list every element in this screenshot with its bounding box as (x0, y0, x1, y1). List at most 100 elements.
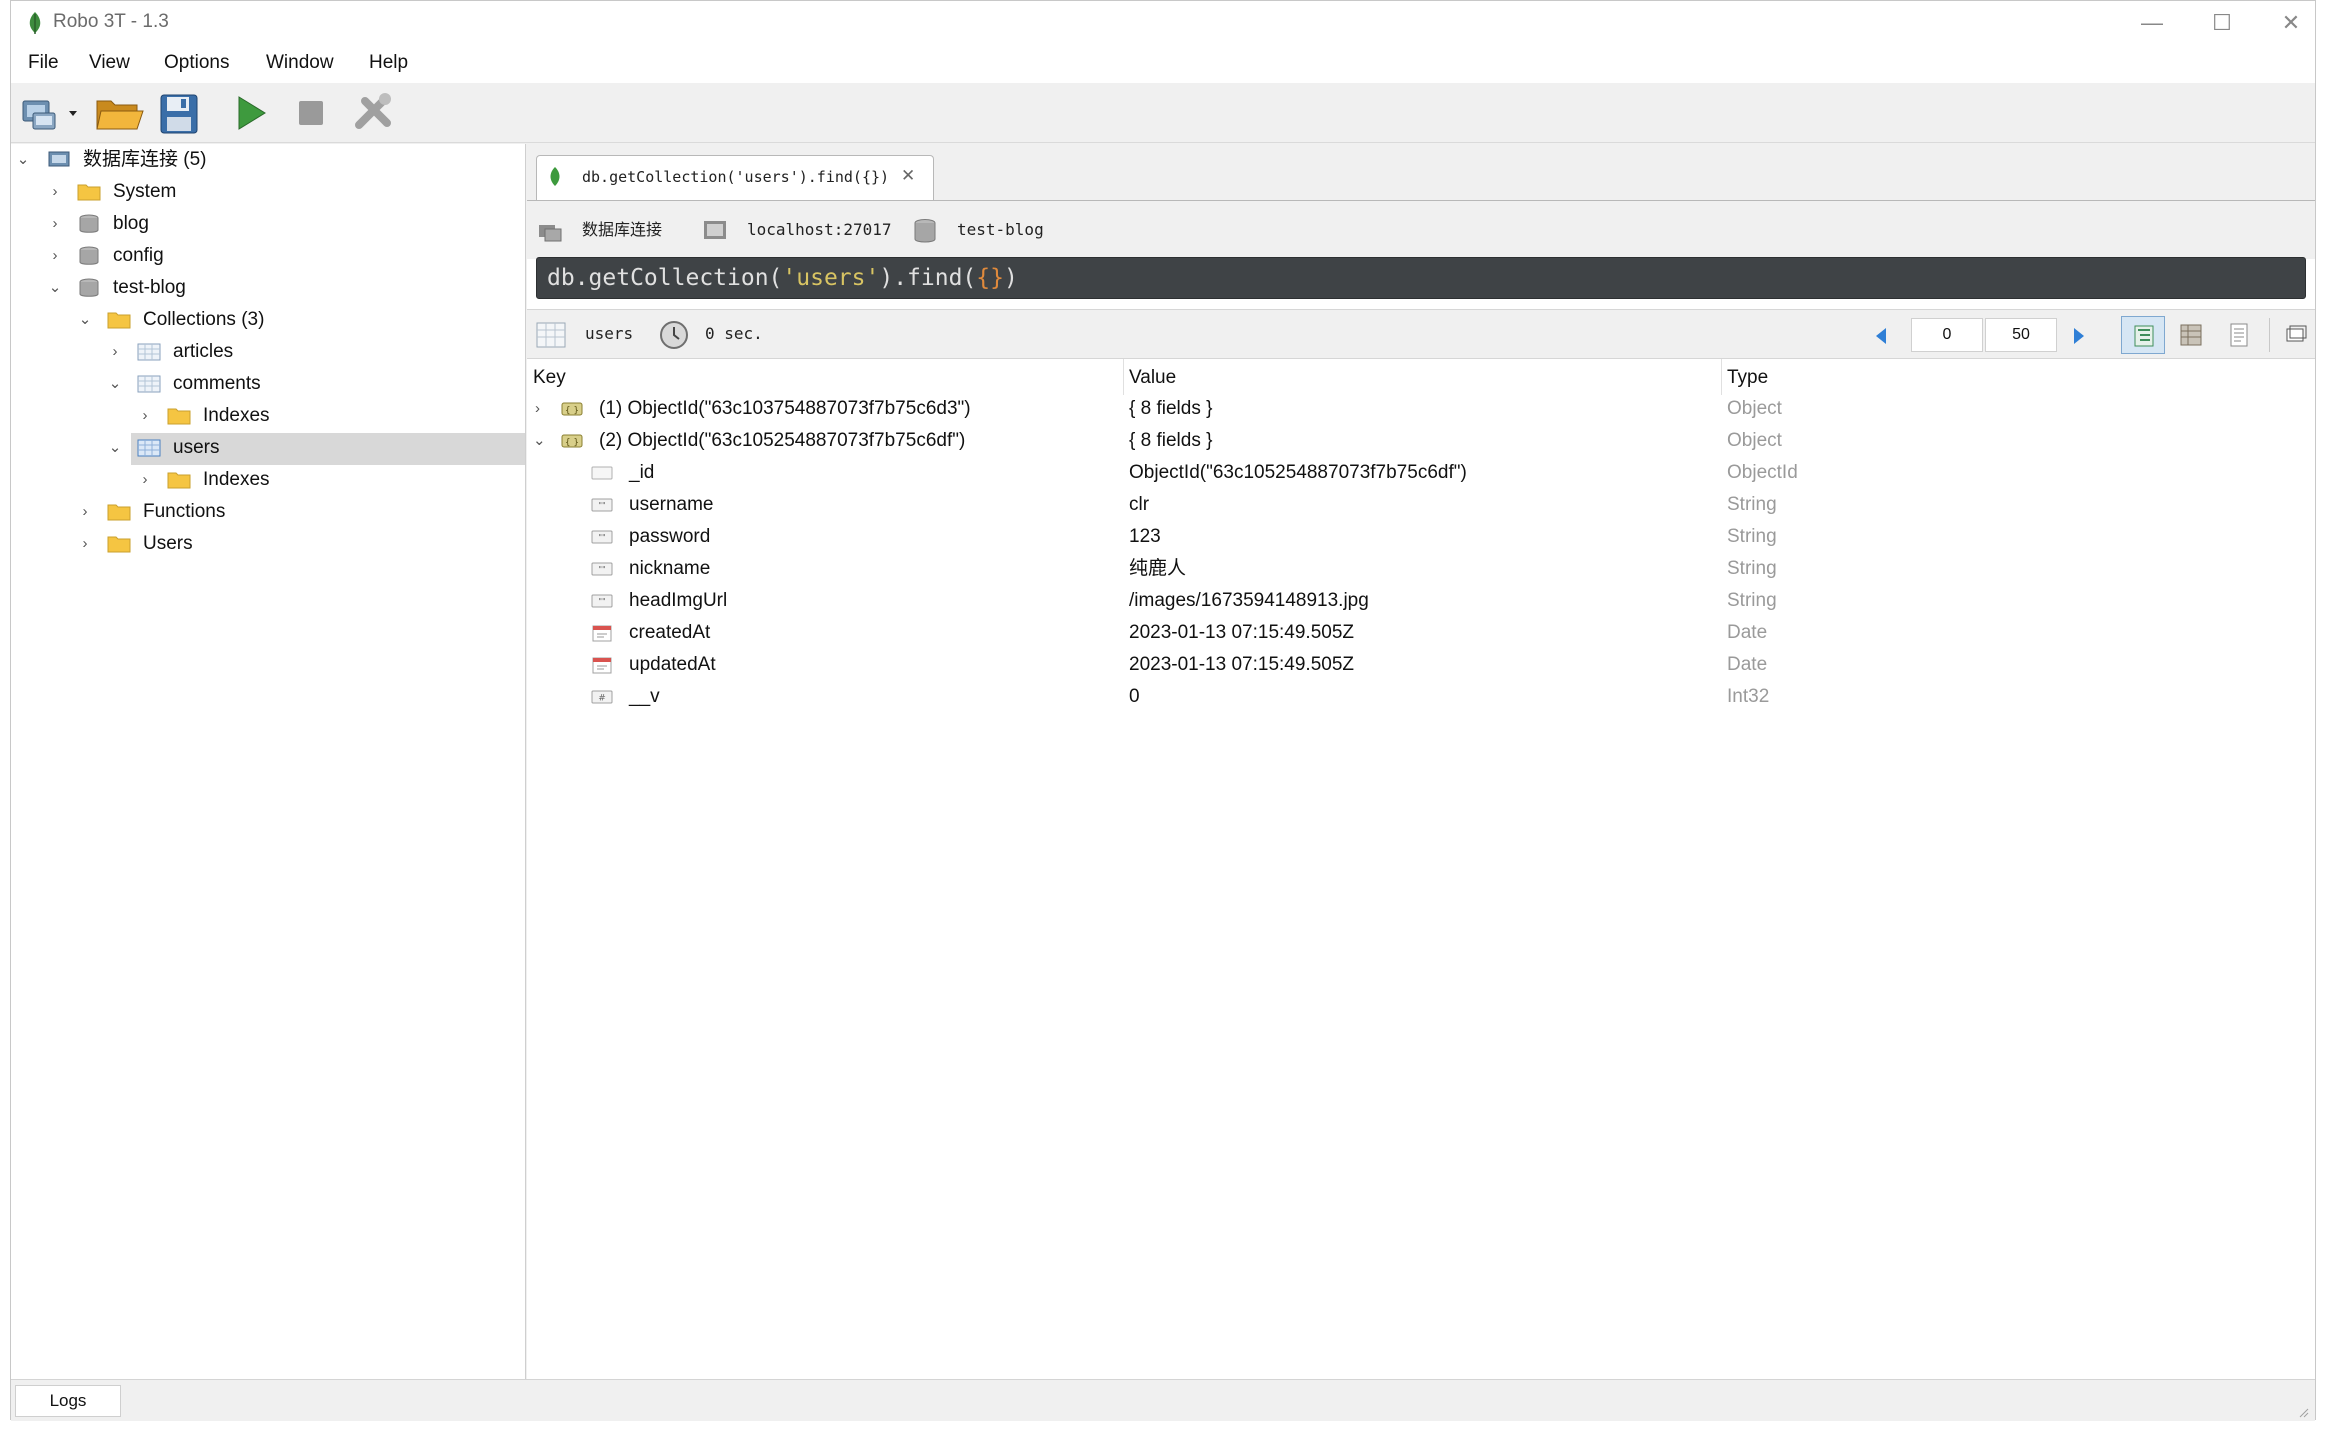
document-row[interactable]: › { } (1) ObjectId("63c103754887073f7b75… (527, 393, 2315, 425)
row-key: (2) ObjectId("63c105254887073f7b75c6df") (599, 430, 966, 451)
orientation-button[interactable] (345, 87, 401, 139)
menu-bar: File View Options Window Help (11, 45, 2315, 83)
minimize-button[interactable]: — (2130, 7, 2174, 39)
int32-icon: # (591, 690, 613, 704)
skip-input[interactable]: 0 (1911, 318, 1983, 352)
field-row[interactable]: _id ObjectId("63c105254887073f7b75c6df")… (527, 457, 2315, 489)
field-row[interactable]: updatedAt 2023-01-13 07:15:49.505Z Date (527, 649, 2315, 681)
server-icon (48, 151, 70, 167)
open-button[interactable] (91, 87, 147, 139)
tree-item-label: Functions (143, 501, 226, 522)
query-tab[interactable]: db.getCollection('users').find({}) ✕ (536, 155, 934, 200)
maximize-results-button[interactable] (2275, 316, 2319, 354)
toolbar (11, 83, 2315, 143)
row-type: String (1727, 494, 1777, 515)
chevron-right-icon[interactable]: › (137, 400, 153, 432)
stop-button[interactable] (283, 87, 339, 139)
menu-help[interactable]: Help (369, 52, 408, 74)
row-key: nickname (629, 558, 711, 579)
logs-tab[interactable]: Logs (15, 1385, 121, 1417)
field-row[interactable]: "" nickname 纯鹿人 String (527, 553, 2315, 585)
collection-table-icon (137, 439, 161, 457)
row-type: String (1727, 590, 1777, 611)
row-value: { 8 fields } (1129, 398, 1213, 419)
row-key: password (629, 526, 711, 547)
svg-text:{ }: { } (565, 406, 579, 416)
chevron-down-icon[interactable]: ⌄ (15, 144, 31, 176)
chevron-right-icon[interactable]: › (47, 240, 63, 272)
svg-text:#: # (598, 694, 606, 704)
row-type: Date (1727, 622, 1768, 643)
menu-window[interactable]: Window (266, 52, 334, 74)
tree-item-label: config (113, 245, 164, 266)
tools-icon (355, 93, 391, 129)
chevron-right-icon[interactable]: › (77, 528, 93, 560)
folder-icon (167, 472, 191, 489)
field-row[interactable]: "" headImgUrl /images/1673594148913.jpg … (527, 585, 2315, 617)
chevron-down-icon[interactable]: ⌄ (533, 425, 546, 457)
monitor-icon (704, 221, 726, 239)
row-type: String (1727, 526, 1777, 547)
previous-page-icon[interactable] (1873, 326, 1889, 346)
query-suffix: ) (1003, 265, 1018, 291)
play-icon (238, 96, 266, 130)
tree-view-button[interactable] (2121, 316, 2165, 354)
objectid-icon (591, 466, 613, 480)
menu-options[interactable]: Options (164, 52, 229, 74)
chevron-right-icon[interactable]: › (47, 208, 63, 240)
chevron-right-icon[interactable]: › (535, 393, 540, 425)
table-view-button[interactable] (2169, 316, 2213, 354)
maximize-button[interactable]: ☐ (2200, 7, 2244, 39)
column-separator[interactable] (1721, 359, 1722, 395)
menu-view[interactable]: View (89, 52, 130, 74)
query-mid: ).find( (879, 265, 977, 291)
field-row[interactable]: # __v 0 Int32 (527, 681, 2315, 713)
string-icon: "" (591, 562, 613, 576)
chevron-right-icon[interactable]: › (77, 496, 93, 528)
next-page-icon[interactable] (2071, 326, 2087, 346)
database-name: test-blog (911, 216, 1091, 244)
menu-file[interactable]: File (28, 52, 59, 74)
text-view-button[interactable] (2217, 316, 2261, 354)
chevron-down-icon[interactable]: ⌄ (107, 368, 123, 400)
document-row[interactable]: ⌄ { } (2) ObjectId("63c105254887073f7b75… (527, 425, 2315, 457)
execute-button[interactable] (221, 87, 277, 139)
query-editor[interactable]: db.getCollection('users').find({}) (536, 257, 2306, 299)
chevron-down-icon[interactable]: ⌄ (77, 304, 93, 336)
row-key: createdAt (629, 622, 711, 643)
folder-icon (167, 408, 191, 425)
svg-text:{ }: { } (565, 438, 579, 448)
row-key: updatedAt (629, 654, 716, 675)
field-row[interactable]: "" password 123 String (527, 521, 2315, 553)
column-header-key[interactable]: Key (533, 367, 566, 389)
row-value: 2023-01-13 07:15:49.505Z (1129, 654, 1355, 675)
column-header-value[interactable]: Value (1129, 367, 1176, 389)
database-icon (79, 246, 99, 265)
resize-grip-icon[interactable] (2297, 1406, 2309, 1418)
save-button[interactable] (151, 87, 207, 139)
chevron-right-icon[interactable]: › (47, 176, 63, 208)
row-value: /images/1673594148913.jpg (1129, 590, 1369, 611)
connect-button[interactable] (15, 87, 79, 139)
window-restore-icon (2286, 325, 2307, 342)
date-icon (592, 625, 612, 642)
string-icon: "" (591, 498, 613, 512)
column-header-type[interactable]: Type (1727, 367, 1768, 389)
chevron-right-icon[interactable]: › (137, 464, 153, 496)
folder-open-icon (96, 100, 144, 130)
close-window-button[interactable]: ✕ (2269, 7, 2313, 39)
folder-icon (107, 312, 131, 329)
row-type: ObjectId (1727, 462, 1798, 483)
tree-item-label: test-blog (113, 277, 186, 298)
tab-close-icon[interactable]: ✕ (901, 166, 915, 186)
limit-input[interactable]: 50 (1985, 318, 2057, 352)
chevron-down-icon[interactable]: ⌄ (47, 272, 63, 304)
row-value: 0 (1129, 686, 1140, 707)
connect-icon (22, 100, 77, 130)
tree-view-icon (2134, 325, 2154, 347)
chevron-right-icon[interactable]: › (107, 336, 123, 368)
field-row[interactable]: "" username clr String (527, 489, 2315, 521)
chevron-down-icon[interactable]: ⌄ (107, 432, 123, 464)
column-separator[interactable] (1123, 359, 1124, 395)
field-row[interactable]: createdAt 2023-01-13 07:15:49.505Z Date (527, 617, 2315, 649)
